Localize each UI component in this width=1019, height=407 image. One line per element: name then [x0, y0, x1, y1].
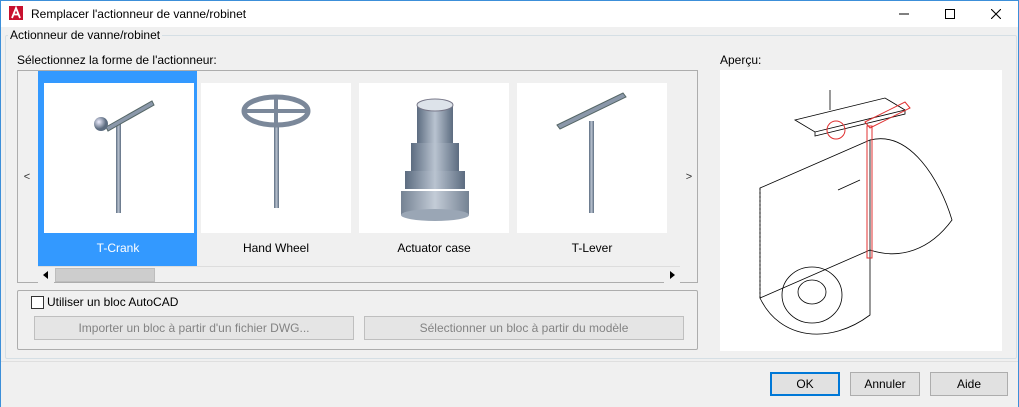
- t-crank-icon: [94, 100, 155, 213]
- t-lever-icon: [556, 92, 627, 213]
- scroll-left-arrow[interactable]: [38, 267, 54, 283]
- gallery-item-t-crank[interactable]: T-Crank: [38, 71, 197, 266]
- scroll-right-arrow[interactable]: [664, 267, 680, 283]
- group-legend: Actionneur de vanne/robinet: [8, 28, 163, 42]
- gallery-item-label: Hand Wheel: [242, 241, 310, 255]
- maximize-button[interactable]: [927, 1, 973, 27]
- gallery-item-t-lever[interactable]: T-Lever: [517, 83, 667, 266]
- shape-label: Sélectionnez la forme de l'actionneur:: [17, 53, 217, 67]
- preview-pane: [720, 70, 1002, 351]
- use-autocad-block-label: Utiliser un bloc AutoCAD: [47, 295, 179, 309]
- chevron-right-icon: [670, 271, 675, 279]
- gallery-prev-arrow[interactable]: <: [20, 171, 34, 183]
- ok-button[interactable]: OK: [770, 372, 840, 396]
- scroll-thumb[interactable]: [55, 268, 155, 282]
- title-bar: Remplacer l'actionneur de vanne/robinet: [1, 1, 1018, 27]
- chevron-left-icon: [43, 271, 48, 279]
- gallery-item-label: T-Crank: [96, 241, 140, 255]
- close-button[interactable]: [973, 1, 1019, 27]
- maximize-icon: [945, 9, 955, 19]
- preview-label: Aperçu:: [720, 53, 762, 67]
- use-autocad-block-checkbox[interactable]: [31, 296, 44, 309]
- minimize-button[interactable]: [881, 1, 927, 27]
- actuator-case-icon: [401, 98, 469, 221]
- dialog-window: Remplacer l'actionneur de vanne/robinet …: [0, 0, 1019, 407]
- hand-wheel-icon: [241, 94, 311, 208]
- gallery-next-arrow[interactable]: >: [682, 171, 696, 183]
- import-dwg-button[interactable]: Importer un bloc à partir d'un fichier D…: [34, 316, 354, 340]
- help-button[interactable]: Aide: [930, 372, 1008, 396]
- actuator-preview-drawing: [759, 90, 953, 335]
- cancel-button[interactable]: Annuler: [850, 372, 920, 396]
- actuator-gallery: < > T-Crank Hand Wheel Actuator case T-L…: [17, 70, 698, 283]
- minimize-icon: [899, 13, 909, 15]
- gallery-scrollbar[interactable]: [38, 266, 680, 283]
- gallery-item-label: T-Lever: [571, 241, 613, 255]
- close-icon: [991, 9, 1001, 19]
- select-from-model-button[interactable]: Sélectionner un bloc à partir du modèle: [364, 316, 684, 340]
- gallery-item-label: Actuator case: [397, 241, 471, 255]
- gallery-item-actuator-case[interactable]: Actuator case: [359, 83, 509, 266]
- window-title: Remplacer l'actionneur de vanne/robinet: [31, 7, 247, 21]
- gallery-item-hand-wheel[interactable]: Hand Wheel: [201, 83, 351, 266]
- autocad-a-icon: [9, 6, 23, 20]
